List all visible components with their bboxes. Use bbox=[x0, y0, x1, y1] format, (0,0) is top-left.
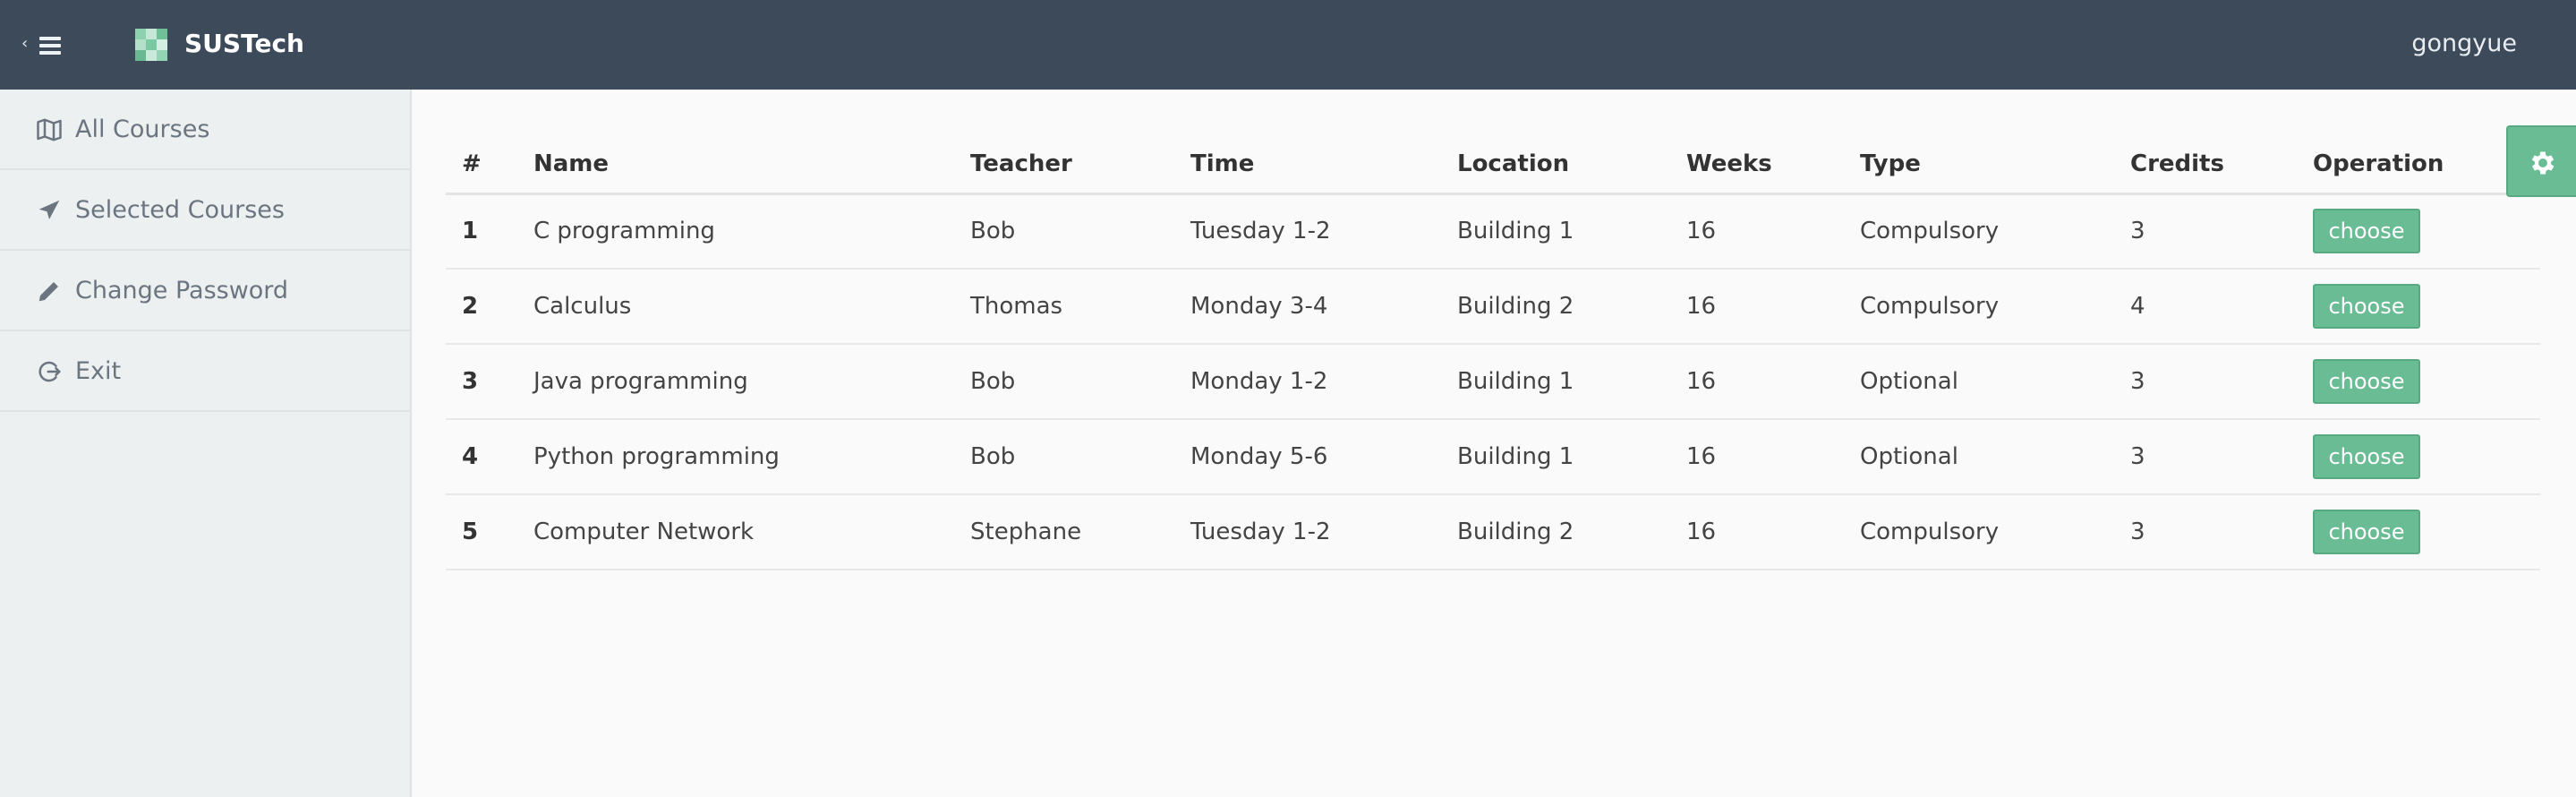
operation-cell: choose bbox=[2297, 494, 2540, 570]
course-location: Building 1 bbox=[1441, 193, 1670, 270]
course-credits: 3 bbox=[2114, 344, 2297, 420]
operation-cell: choose bbox=[2297, 419, 2540, 495]
gear-icon bbox=[2531, 151, 2555, 175]
course-type: Compulsory bbox=[1844, 269, 2114, 345]
col-header-type: Type bbox=[1844, 136, 2114, 195]
operation-cell: choose bbox=[2297, 344, 2540, 420]
operation-cell: choose bbox=[2297, 269, 2540, 345]
choose-button[interactable]: choose bbox=[2313, 510, 2420, 554]
sidebar-item-all-courses[interactable]: All Courses bbox=[0, 90, 410, 170]
sidebar-item-label: All Courses bbox=[75, 116, 210, 143]
table-row: 1 C programming Bob Tuesday 1-2 Building… bbox=[446, 193, 2540, 270]
top-bar: ‹ SUSTech gongyue bbox=[0, 0, 2576, 90]
course-type: Compulsory bbox=[1844, 193, 2114, 270]
col-header-name: Name bbox=[517, 136, 954, 195]
chevron-left-icon: ‹ bbox=[21, 34, 29, 53]
course-credits: 3 bbox=[2114, 494, 2297, 570]
sidebar-item-exit[interactable]: Exit bbox=[0, 331, 410, 412]
course-teacher: Thomas bbox=[954, 269, 1174, 345]
course-credits: 4 bbox=[2114, 269, 2297, 345]
course-location: Building 2 bbox=[1441, 494, 1670, 570]
col-header-operation: Operation bbox=[2297, 136, 2540, 195]
course-time: Monday 1-2 bbox=[1174, 344, 1441, 420]
main-content: # Name Teacher Time Location Weeks Type … bbox=[414, 90, 2576, 797]
choose-button[interactable]: choose bbox=[2313, 284, 2420, 329]
course-weeks: 16 bbox=[1670, 419, 1844, 495]
course-name: Java programming bbox=[517, 344, 954, 420]
col-header-weeks: Weeks bbox=[1670, 136, 1844, 195]
course-credits: 3 bbox=[2114, 419, 2297, 495]
course-teacher: Bob bbox=[954, 344, 1174, 420]
course-credits: 3 bbox=[2114, 193, 2297, 270]
table-header-row: # Name Teacher Time Location Weeks Type … bbox=[446, 136, 2540, 195]
table-row: 3 Java programming Bob Monday 1-2 Buildi… bbox=[446, 344, 2540, 420]
row-number: 4 bbox=[446, 419, 517, 495]
course-type: Optional bbox=[1844, 419, 2114, 495]
course-time: Tuesday 1-2 bbox=[1174, 193, 1441, 270]
course-name: Computer Network bbox=[517, 494, 954, 570]
operation-cell: choose bbox=[2297, 193, 2540, 270]
sidebar-item-label: Change Password bbox=[75, 277, 289, 304]
course-name: Python programming bbox=[517, 419, 954, 495]
row-number: 1 bbox=[446, 193, 517, 270]
col-header-number: # bbox=[446, 136, 517, 195]
col-header-teacher: Teacher bbox=[954, 136, 1174, 195]
course-name: Calculus bbox=[517, 269, 954, 345]
course-name: C programming bbox=[517, 193, 954, 270]
course-type: Optional bbox=[1844, 344, 2114, 420]
row-number: 5 bbox=[446, 494, 517, 570]
send-icon bbox=[36, 197, 63, 224]
table-row: 4 Python programming Bob Monday 5-6 Buil… bbox=[446, 419, 2540, 495]
row-number: 3 bbox=[446, 344, 517, 420]
course-location: Building 1 bbox=[1441, 344, 1670, 420]
course-weeks: 16 bbox=[1670, 269, 1844, 345]
choose-button[interactable]: choose bbox=[2313, 434, 2420, 479]
course-time: Monday 5-6 bbox=[1174, 419, 1441, 495]
map-icon bbox=[36, 116, 63, 143]
sidebar-item-label: Exit bbox=[75, 357, 122, 385]
brand-name: SUSTech bbox=[184, 29, 304, 58]
settings-button[interactable] bbox=[2506, 125, 2576, 197]
pencil-icon bbox=[36, 278, 63, 304]
table-row: 2 Calculus Thomas Monday 3-4 Building 2 … bbox=[446, 269, 2540, 345]
course-teacher: Stephane bbox=[954, 494, 1174, 570]
sidebar: All Courses Selected Courses Change Pass… bbox=[0, 90, 412, 797]
choose-button[interactable]: choose bbox=[2313, 359, 2420, 404]
logout-icon bbox=[36, 358, 63, 385]
sustech-logo bbox=[135, 29, 167, 61]
col-header-credits: Credits bbox=[2114, 136, 2297, 195]
hamburger-icon bbox=[39, 37, 61, 58]
course-location: Building 2 bbox=[1441, 269, 1670, 345]
table-row: 5 Computer Network Stephane Tuesday 1-2 … bbox=[446, 494, 2540, 570]
user-menu[interactable]: gongyue bbox=[2411, 26, 2517, 62]
course-teacher: Bob bbox=[954, 193, 1174, 270]
col-header-location: Location bbox=[1441, 136, 1670, 195]
sidebar-toggle-button[interactable]: ‹ bbox=[21, 31, 66, 58]
course-weeks: 16 bbox=[1670, 344, 1844, 420]
course-time: Monday 3-4 bbox=[1174, 269, 1441, 345]
course-weeks: 16 bbox=[1670, 494, 1844, 570]
course-weeks: 16 bbox=[1670, 193, 1844, 270]
course-teacher: Bob bbox=[954, 419, 1174, 495]
sidebar-item-change-password[interactable]: Change Password bbox=[0, 251, 410, 331]
course-location: Building 1 bbox=[1441, 419, 1670, 495]
sidebar-item-selected-courses[interactable]: Selected Courses bbox=[0, 170, 410, 251]
courses-table: # Name Teacher Time Location Weeks Type … bbox=[446, 136, 2540, 570]
col-header-time: Time bbox=[1174, 136, 1441, 195]
row-number: 2 bbox=[446, 269, 517, 345]
course-time: Tuesday 1-2 bbox=[1174, 494, 1441, 570]
course-type: Compulsory bbox=[1844, 494, 2114, 570]
sidebar-item-label: Selected Courses bbox=[75, 196, 285, 224]
choose-button[interactable]: choose bbox=[2313, 209, 2420, 254]
